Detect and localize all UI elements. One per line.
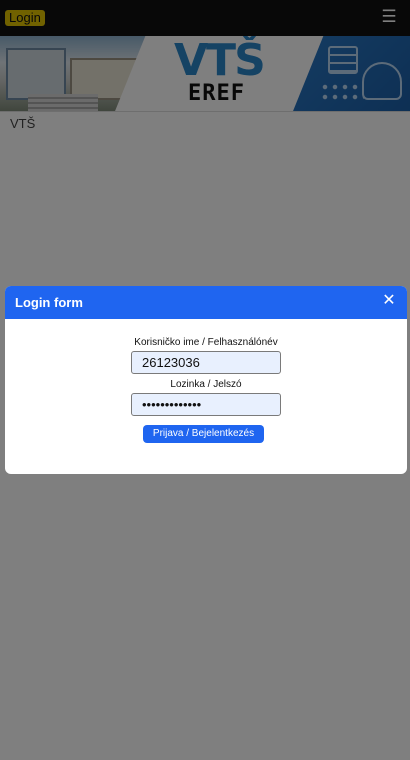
username-input[interactable]: 26123036 [131, 351, 281, 374]
username-label: Korisničko ime / Felhasználónév [134, 337, 278, 348]
login-modal: Login form ✕ Korisničko ime / Felhasznál… [5, 286, 407, 474]
password-label: Lozinka / Jelszó [170, 379, 242, 390]
login-submit-button[interactable]: Prijava / Bejelentkezés [143, 425, 264, 443]
close-icon[interactable]: ✕ [380, 292, 398, 310]
modal-header: Login form ✕ [5, 286, 407, 319]
modal-title: Login form [15, 295, 83, 310]
password-input[interactable]: ••••••••••••• [131, 393, 281, 416]
